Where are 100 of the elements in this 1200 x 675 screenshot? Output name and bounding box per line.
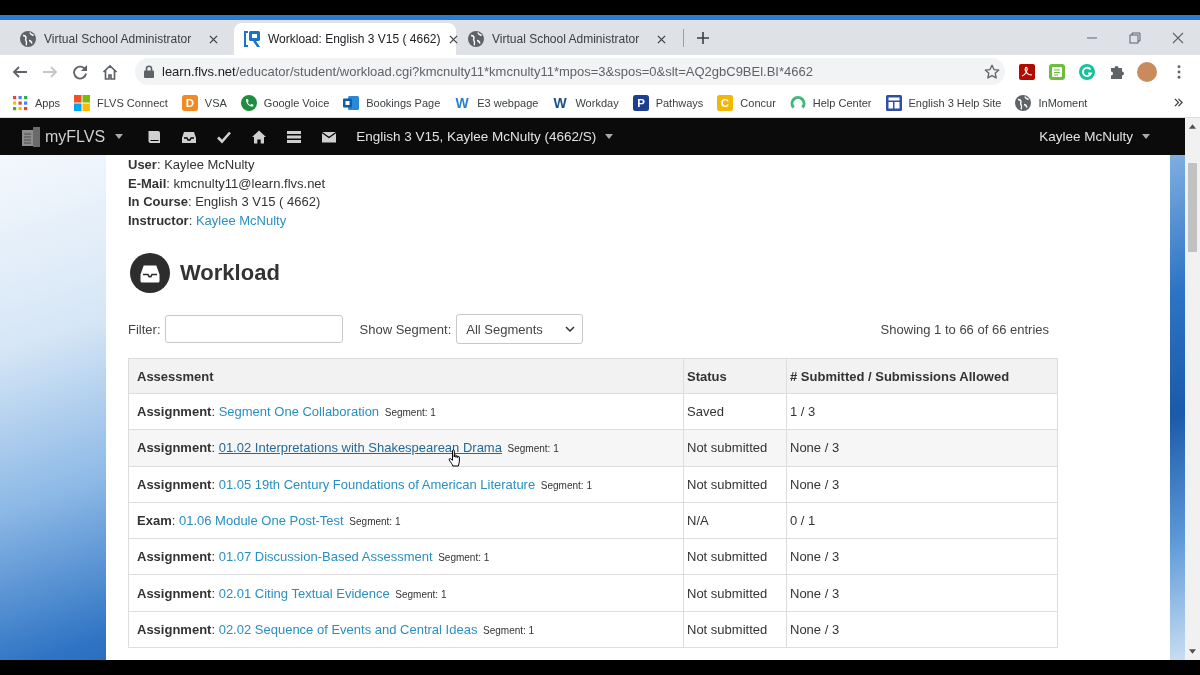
segment-select[interactable]: All Segments <box>456 314 584 344</box>
assessment-type: Assignment: <box>137 621 216 637</box>
browser-tab[interactable]: Virtual School Administrator <box>10 23 232 55</box>
caret-icon <box>605 134 614 139</box>
assessment-type: Assignment: <box>137 440 216 456</box>
window-icon <box>885 94 902 111</box>
logo-icon <box>22 126 40 147</box>
star-icon[interactable] <box>984 63 1000 80</box>
assessment-link[interactable]: 02.01 Citing Textual Evidence <box>218 585 390 601</box>
letter-icon: W <box>552 94 569 111</box>
assessment-type: Exam: <box>137 513 176 529</box>
swirl-tile-icon[interactable] <box>1019 63 1035 80</box>
close-icon[interactable] <box>657 34 666 44</box>
address-field[interactable]: learn.flvs.net/educator/student/workload.cgi?kmcnulty11*kmcnulty11*mpos=3&spos=0&slt=AQ2gbC9BEl.BI*4662 <box>135 58 1005 85</box>
checkmark-icon[interactable] <box>217 129 232 144</box>
back-arrow-icon[interactable] <box>12 63 28 80</box>
close-icon[interactable] <box>1172 31 1184 44</box>
table-cell: None / 3 <box>786 538 1058 575</box>
instructor-link[interactable]: Kaylee McNulty <box>195 212 287 228</box>
table-cell: None / 3 <box>786 575 1058 612</box>
letter-tile-icon: D <box>181 94 198 111</box>
column-header[interactable]: # Submitted / Submissions Allowed <box>786 358 1058 394</box>
bookmark-link[interactable]: Google Voice <box>240 94 330 111</box>
table-cell: None / 3 <box>786 611 1058 648</box>
bookmark-link[interactable]: C Concur <box>717 94 776 111</box>
column-header[interactable]: Status <box>683 358 787 394</box>
bookmark-link[interactable]: D VSA <box>181 94 227 111</box>
info-line: In Course: English 3 V15 ( 4662) <box>128 193 322 211</box>
caret-icon <box>1142 134 1150 139</box>
inbox-icon[interactable] <box>182 129 197 144</box>
segment-tag: Segment: 1 <box>540 479 592 491</box>
assessment-type: Assignment: <box>137 404 216 420</box>
table-cell: 1 / 3 <box>786 393 1058 430</box>
close-icon[interactable] <box>209 34 218 44</box>
segment-tag: Segment: 1 <box>384 407 436 419</box>
course-menu[interactable]: English 3 V15, Kaylee McNulty (4662/S) <box>356 129 614 144</box>
assessment-link[interactable]: 01.05 19th Century Foundations of American Literature <box>218 476 536 492</box>
assessment-link[interactable]: 01.02 Interpretations with Shakespearean Drama <box>218 440 502 456</box>
globe-icon <box>468 31 484 47</box>
letter-tile-icon: C <box>717 94 734 111</box>
table-cell: 0 / 1 <box>786 502 1058 539</box>
bookmark-link[interactable]: FLVS Connect <box>74 94 168 111</box>
table-cell: Not submitted <box>683 466 787 503</box>
ring-icon <box>789 94 806 111</box>
bookmark-link[interactable]: English 3 Help Site <box>885 94 1002 111</box>
segment-tag: Segment: 1 <box>349 516 401 528</box>
envelope-icon[interactable] <box>322 129 337 144</box>
close-icon[interactable] <box>448 34 458 44</box>
letter-icon: W <box>454 94 471 111</box>
list-icon[interactable] <box>287 129 302 144</box>
puzzle-icon[interactable] <box>1109 63 1125 80</box>
browser-tab[interactable]: Workload: English 3 V15 ( 4662) <box>234 23 456 55</box>
table-cell: None / 3 <box>786 466 1058 503</box>
filter-label: Filter: <box>128 321 161 337</box>
table-cell: Not submitted <box>683 538 787 575</box>
globe-icon <box>20 31 36 47</box>
segment-tag: Segment: 1 <box>438 552 490 564</box>
assessment-link[interactable]: 02.02 Sequence of Events and Central Ideas <box>218 621 478 637</box>
restore-icon[interactable] <box>1129 31 1141 44</box>
filter-field[interactable] <box>164 315 343 343</box>
book-icon[interactable] <box>147 129 162 144</box>
plus-icon[interactable] <box>697 31 709 44</box>
brand-menu[interactable]: myFLVS <box>22 126 124 147</box>
assessment-link[interactable]: Segment One Collaboration <box>218 404 380 420</box>
assessment-type: Assignment: <box>137 585 216 601</box>
home-icon[interactable] <box>252 129 267 144</box>
user-menu[interactable]: Kaylee McNulty <box>1039 129 1150 144</box>
page-title: Workload <box>180 260 280 286</box>
scrollbar-thumb[interactable] <box>1188 163 1197 252</box>
caret-icon <box>115 134 124 139</box>
scroll-up-arrow-icon[interactable] <box>1189 124 1196 129</box>
bookmark-link[interactable]: P Pathways <box>632 94 704 111</box>
scroll-down-arrow-icon[interactable] <box>1189 649 1196 654</box>
double-chevron-icon[interactable] <box>1174 98 1183 107</box>
browser-tab[interactable]: Virtual School Administrator <box>458 23 680 55</box>
reload-icon[interactable] <box>72 63 88 80</box>
lock-icon <box>144 65 154 78</box>
bookmark-link[interactable]: Help Center <box>789 94 872 111</box>
table-cell: Not submitted <box>683 611 787 648</box>
info-line: User: Kaylee McNulty <box>128 156 256 174</box>
bookmark-link[interactable]: W E3 webpage <box>454 94 539 111</box>
menu-icon[interactable] <box>1177 64 1181 79</box>
table-cell: Not submitted <box>683 429 787 467</box>
table-cell: None / 3 <box>786 429 1058 467</box>
entries-count: Showing 1 to 66 of 66 entries <box>880 321 1049 337</box>
profile-avatar[interactable] <box>1137 61 1157 82</box>
bookmark-link[interactable]: Bookings Page <box>343 94 441 111</box>
inbox-icon <box>130 253 170 293</box>
calendar-tile-icon <box>343 94 360 111</box>
bookmark-link[interactable]: InMoment <box>1015 94 1088 111</box>
globe-icon <box>1015 94 1032 111</box>
assessment-link[interactable]: 01.07 Discussion-Based Assessment <box>218 549 433 565</box>
assessment-link[interactable]: 01.06 Module One Post-Test <box>178 513 344 529</box>
bookmark-link[interactable]: Apps <box>12 94 61 111</box>
table-cell: N/A <box>683 502 787 539</box>
scrollbar[interactable] <box>1185 118 1200 660</box>
home-icon[interactable] <box>102 63 118 80</box>
info-line: Instructor: Kaylee McNulty <box>128 211 288 230</box>
bookmark-link[interactable]: W Workday <box>552 94 619 111</box>
column-header[interactable]: Assessment <box>128 358 684 394</box>
